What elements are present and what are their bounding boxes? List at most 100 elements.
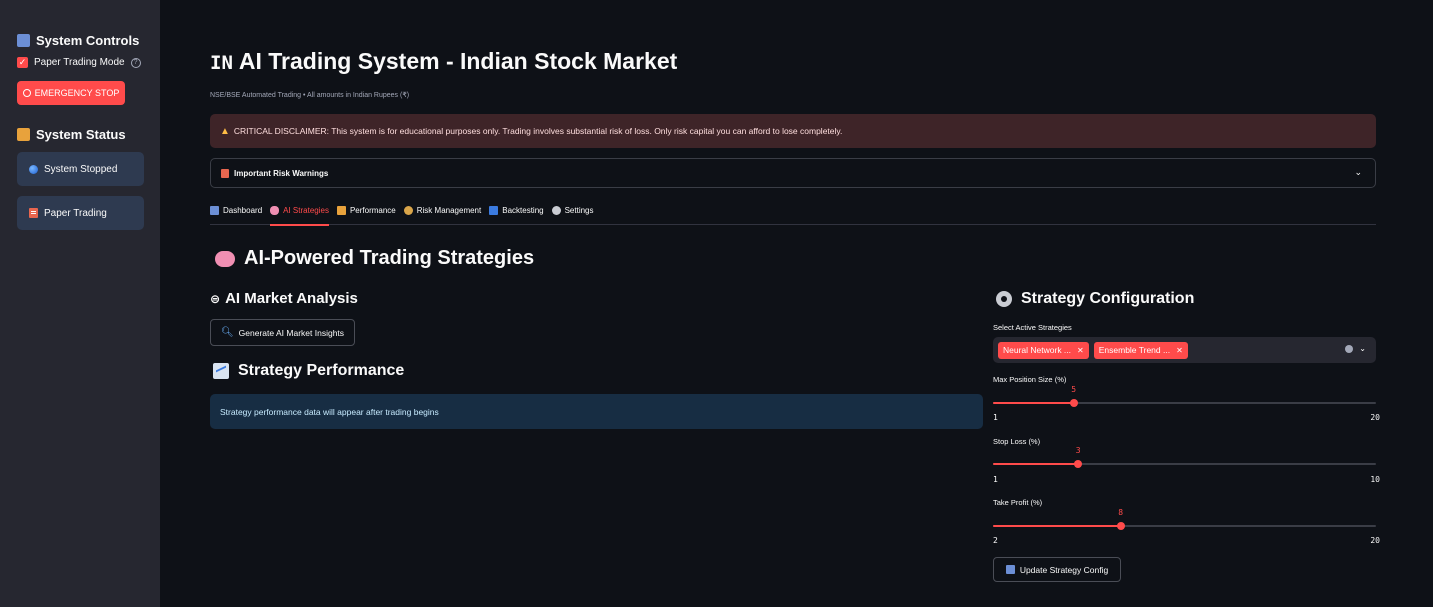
document-icon	[29, 208, 38, 218]
slider-thumb[interactable]	[1074, 460, 1083, 468]
slider-thumb[interactable]	[1069, 399, 1078, 407]
bar-chart-icon	[336, 206, 346, 215]
remove-icon[interactable]: ✕	[1176, 346, 1183, 355]
chip-label: Neural Network ...	[1003, 345, 1072, 355]
clipboard-icon	[221, 168, 229, 178]
risk-warnings-expander[interactable]: Important Risk Warnings ⌄	[210, 158, 1376, 188]
checkbox-checked-icon[interactable]: ✓	[17, 57, 28, 68]
system-status-text: System Stopped	[44, 163, 118, 175]
slider-value: 3	[1075, 446, 1081, 455]
system-status-label: System Status	[36, 127, 126, 142]
main-content: IN AI Trading System - Indian Stock Mark…	[160, 0, 1433, 607]
strategy-configuration-heading: Strategy Configuration	[996, 290, 1194, 308]
slider-min: 1	[993, 413, 998, 422]
page-title-text: AI Trading System - Indian Stock Market	[238, 48, 678, 74]
risk-warnings-label: Important Risk Warnings	[234, 168, 329, 178]
slider-value: 8	[1118, 508, 1124, 517]
max-position-label: Max Position Size (%)	[993, 375, 1067, 384]
tab-label: Dashboard	[223, 206, 263, 215]
help-icon[interactable]: ?	[130, 57, 141, 68]
floppy-disk-icon	[1005, 565, 1015, 574]
system-controls-label: System Controls	[36, 33, 140, 48]
slider-thumb[interactable]	[1116, 522, 1125, 530]
rewind-icon	[489, 206, 499, 215]
tab-backtesting[interactable]: Backtesting	[489, 203, 544, 225]
take-profit-label: Take Profit (%)	[993, 498, 1043, 507]
section-title-text: AI-Powered Trading Strategies	[244, 247, 535, 269]
warning-icon: ▲	[220, 125, 230, 137]
india-flag-icon: IN	[210, 52, 233, 74]
remove-icon[interactable]: ✕	[1077, 346, 1084, 355]
generate-insights-label: Generate AI Market Insights	[238, 327, 345, 338]
trading-mode-text: Paper Trading	[44, 207, 107, 219]
strategy-configuration-text: Strategy Configuration	[1021, 290, 1195, 307]
selected-strategy-chip[interactable]: Ensemble Trend ... ✕	[1093, 341, 1188, 359]
chevron-down-icon[interactable]: ⌄	[1359, 344, 1366, 353]
slider-fill	[993, 402, 1074, 404]
control-knobs-icon	[17, 34, 30, 47]
stop-loss-label: Stop Loss (%)	[993, 437, 1041, 446]
tab-settings[interactable]: Settings	[551, 203, 594, 225]
chart-increasing-icon	[213, 363, 229, 379]
tab-risk-management[interactable]: Risk Management	[403, 203, 482, 225]
slider-value: 5	[1071, 385, 1077, 394]
multiselect-controls: ⌄	[1345, 344, 1366, 353]
blue-circle-icon	[29, 164, 38, 174]
robot-icon: ⊜	[210, 291, 221, 306]
trading-mode-card: Paper Trading	[17, 196, 144, 230]
magnifier-icon: 🔍︎	[220, 327, 234, 338]
bar-chart-icon	[17, 128, 30, 141]
performance-info-alert: Strategy performance data will appear af…	[210, 394, 983, 429]
chip-label: Ensemble Trend ...	[1098, 345, 1171, 355]
tab-label: Risk Management	[416, 206, 482, 215]
clear-icon[interactable]	[1345, 344, 1354, 353]
tab-ai-strategies[interactable]: AI Strategies	[270, 203, 329, 226]
select-strategies-label: Select Active Strategies	[993, 323, 1072, 332]
strategy-performance-text: Strategy Performance	[238, 362, 405, 379]
tab-label: Backtesting	[502, 206, 544, 215]
chevron-down-icon[interactable]: ⌄	[1354, 167, 1362, 178]
tab-label: Settings	[564, 206, 594, 215]
chart-icon	[210, 206, 219, 215]
take-profit-slider[interactable]: 8	[993, 508, 1376, 530]
gear-icon	[996, 291, 1012, 307]
slider-min: 1	[993, 475, 998, 484]
stop-loss-slider[interactable]: 3	[993, 446, 1376, 468]
page-caption: NSE/BSE Automated Trading • All amounts …	[210, 92, 410, 99]
brain-icon	[270, 206, 280, 215]
slider-min: 2	[993, 536, 998, 545]
circle-icon	[22, 89, 31, 97]
tab-bar: Dashboard AI Strategies Performance Risk…	[210, 203, 1376, 226]
ai-market-analysis-text: AI Market Analysis	[225, 290, 358, 307]
strategy-performance-heading: Strategy Performance	[213, 362, 404, 380]
gear-icon	[551, 206, 561, 215]
system-status-heading: System Status	[17, 127, 126, 142]
tab-label: AI Strategies	[283, 206, 329, 215]
slider-max: 20	[1370, 536, 1380, 545]
system-status-card: System Stopped	[17, 152, 144, 186]
update-strategy-config-button[interactable]: Update Strategy Config	[993, 557, 1121, 582]
sidebar: System Controls ✓ Paper Trading Mode ? E…	[0, 0, 160, 607]
slider-fill	[993, 463, 1079, 465]
strategy-multiselect[interactable]: Neural Network ... ✕ Ensemble Trend ... …	[993, 337, 1376, 363]
ai-market-analysis-heading: ⊜ AI Market Analysis	[210, 290, 358, 307]
slider-fill	[993, 525, 1121, 527]
tab-performance[interactable]: Performance	[336, 203, 396, 225]
stop-loss-range: 1 10	[993, 475, 1380, 484]
generate-insights-button[interactable]: 🔍︎ Generate AI Market Insights	[210, 319, 355, 346]
emergency-stop-button[interactable]: EMERGENCY STOP	[17, 81, 125, 105]
scales-icon	[403, 206, 413, 215]
emergency-stop-label: EMERGENCY STOP	[34, 88, 120, 98]
system-controls-heading: System Controls	[17, 33, 139, 48]
max-position-slider[interactable]: 5	[993, 385, 1376, 407]
slider-max: 20	[1370, 413, 1380, 422]
update-strategy-config-label: Update Strategy Config	[1019, 564, 1109, 575]
max-position-range: 1 20	[993, 413, 1380, 422]
slider-max: 10	[1370, 475, 1380, 484]
paper-trading-toggle[interactable]: ✓ Paper Trading Mode ?	[17, 57, 141, 68]
tab-dashboard[interactable]: Dashboard	[210, 203, 262, 225]
selected-strategy-chip[interactable]: Neural Network ... ✕	[998, 341, 1089, 359]
disclaimer-text: CRITICAL DISCLAIMER: This system is for …	[233, 126, 843, 136]
paper-trading-label: Paper Trading Mode	[34, 57, 125, 68]
take-profit-range: 2 20	[993, 536, 1380, 545]
